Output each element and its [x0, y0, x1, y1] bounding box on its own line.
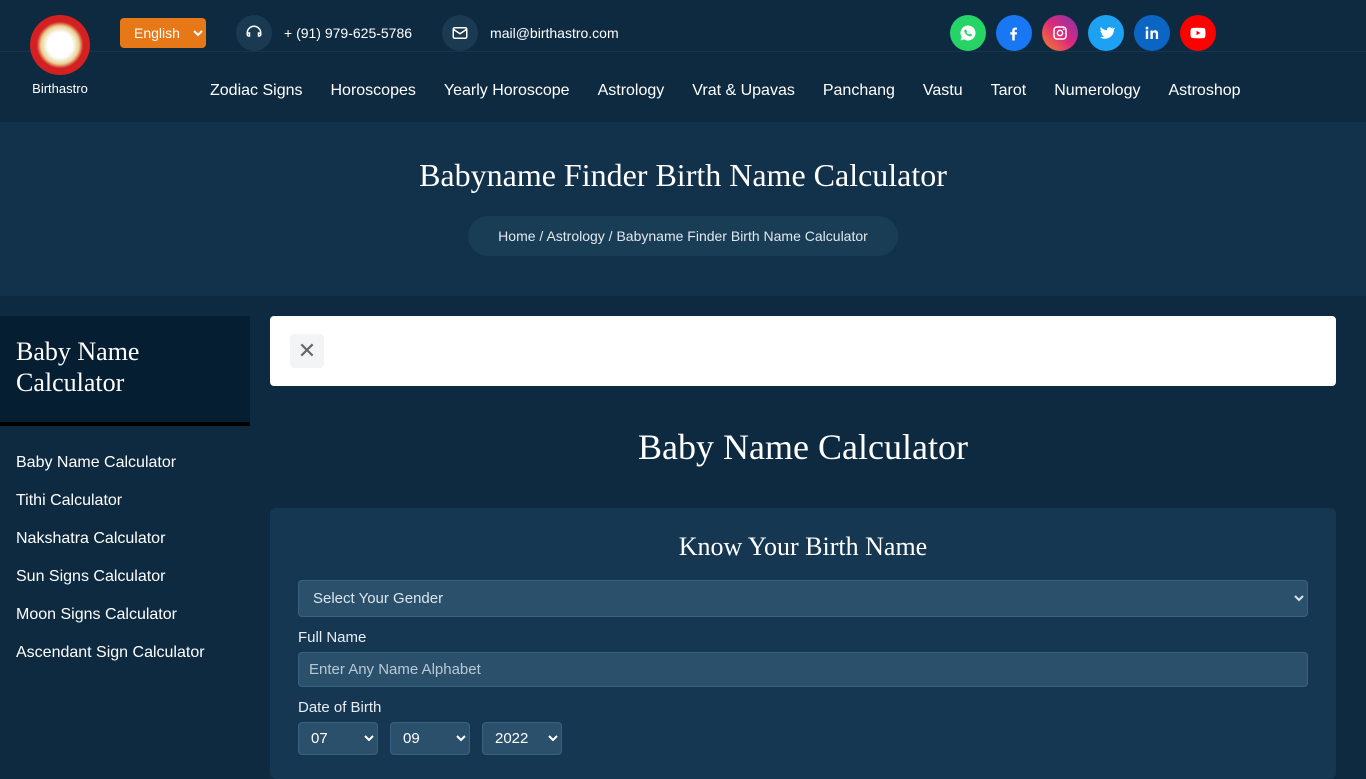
main-nav: Zodiac Signs Horoscopes Yearly Horoscope… — [0, 52, 1366, 122]
nav-panchang[interactable]: Panchang — [823, 82, 895, 100]
dob-month-select[interactable]: 09 — [390, 722, 470, 755]
sidebar-heading: Baby Name Calculator — [0, 316, 250, 426]
form-heading: Know Your Birth Name — [298, 532, 1308, 562]
fullname-label: Full Name — [298, 629, 1308, 646]
close-icon: ✕ — [298, 340, 316, 362]
phone-text: + (91) 979-625-5786 — [284, 25, 412, 41]
calculator-title: Baby Name Calculator — [270, 426, 1336, 468]
breadcrumb-current: Babyname Finder Birth Name Calculator — [616, 228, 867, 244]
fullname-input[interactable] — [298, 652, 1308, 687]
close-button[interactable]: ✕ — [290, 334, 324, 368]
sidebar-item-nakshatra[interactable]: Nakshatra Calculator — [16, 520, 234, 558]
mail-icon — [442, 15, 478, 51]
dob-label: Date of Birth — [298, 699, 1308, 716]
email-contact[interactable]: mail@birthastro.com — [442, 15, 619, 51]
page-title: Babyname Finder Birth Name Calculator — [0, 157, 1366, 194]
main-column: ✕ Baby Name Calculator Know Your Birth N… — [270, 316, 1346, 779]
form-panel: Know Your Birth Name Select Your Gender … — [270, 508, 1336, 779]
nav-astrology[interactable]: Astrology — [598, 82, 665, 100]
headset-icon — [236, 15, 272, 51]
dob-row: 07 09 2022 — [298, 722, 1308, 755]
nav-vrat-upavas[interactable]: Vrat & Upavas — [692, 82, 795, 100]
youtube-icon[interactable] — [1180, 15, 1216, 51]
breadcrumb: Home / Astrology / Babyname Finder Birth… — [468, 216, 898, 256]
email-text: mail@birthastro.com — [490, 25, 619, 41]
dob-year-select[interactable]: 2022 — [482, 722, 562, 755]
sidebar-item-baby-name[interactable]: Baby Name Calculator — [16, 444, 234, 482]
facebook-icon[interactable] — [996, 15, 1032, 51]
hero-section: Babyname Finder Birth Name Calculator Ho… — [0, 122, 1366, 296]
content-row: Baby Name Calculator Baby Name Calculato… — [0, 296, 1366, 779]
nav-horoscopes[interactable]: Horoscopes — [331, 82, 416, 100]
sidebar: Baby Name Calculator Baby Name Calculato… — [0, 316, 250, 779]
linkedin-icon[interactable] — [1134, 15, 1170, 51]
gender-select[interactable]: Select Your Gender — [298, 580, 1308, 617]
breadcrumb-home[interactable]: Home — [498, 228, 535, 244]
nav-astroshop[interactable]: Astroshop — [1168, 82, 1240, 100]
sidebar-item-tithi[interactable]: Tithi Calculator — [16, 482, 234, 520]
social-links — [950, 15, 1346, 51]
brand-logo[interactable]: Birthastro — [20, 15, 100, 96]
nav-yearly-horoscope[interactable]: Yearly Horoscope — [444, 82, 570, 100]
nav-zodiac-signs[interactable]: Zodiac Signs — [210, 82, 303, 100]
alert-box: ✕ — [270, 316, 1336, 386]
top-bar: English + (91) 979-625-5786 mail@birthas… — [0, 0, 1366, 52]
breadcrumb-astrology[interactable]: Astrology — [546, 228, 604, 244]
logo-icon — [30, 15, 90, 75]
nav-tarot[interactable]: Tarot — [991, 82, 1027, 100]
whatsapp-icon[interactable] — [950, 15, 986, 51]
sidebar-links: Baby Name Calculator Tithi Calculator Na… — [0, 426, 250, 690]
language-select[interactable]: English — [120, 18, 206, 48]
dob-day-select[interactable]: 07 — [298, 722, 378, 755]
phone-contact[interactable]: + (91) 979-625-5786 — [236, 15, 412, 51]
sidebar-item-sun-signs[interactable]: Sun Signs Calculator — [16, 558, 234, 596]
brand-name: Birthastro — [20, 81, 100, 96]
instagram-icon[interactable] — [1042, 15, 1078, 51]
twitter-icon[interactable] — [1088, 15, 1124, 51]
sidebar-item-ascendant[interactable]: Ascendant Sign Calculator — [16, 634, 234, 672]
nav-numerology[interactable]: Numerology — [1054, 82, 1140, 100]
sidebar-item-moon-signs[interactable]: Moon Signs Calculator — [16, 596, 234, 634]
nav-vastu[interactable]: Vastu — [923, 82, 963, 100]
